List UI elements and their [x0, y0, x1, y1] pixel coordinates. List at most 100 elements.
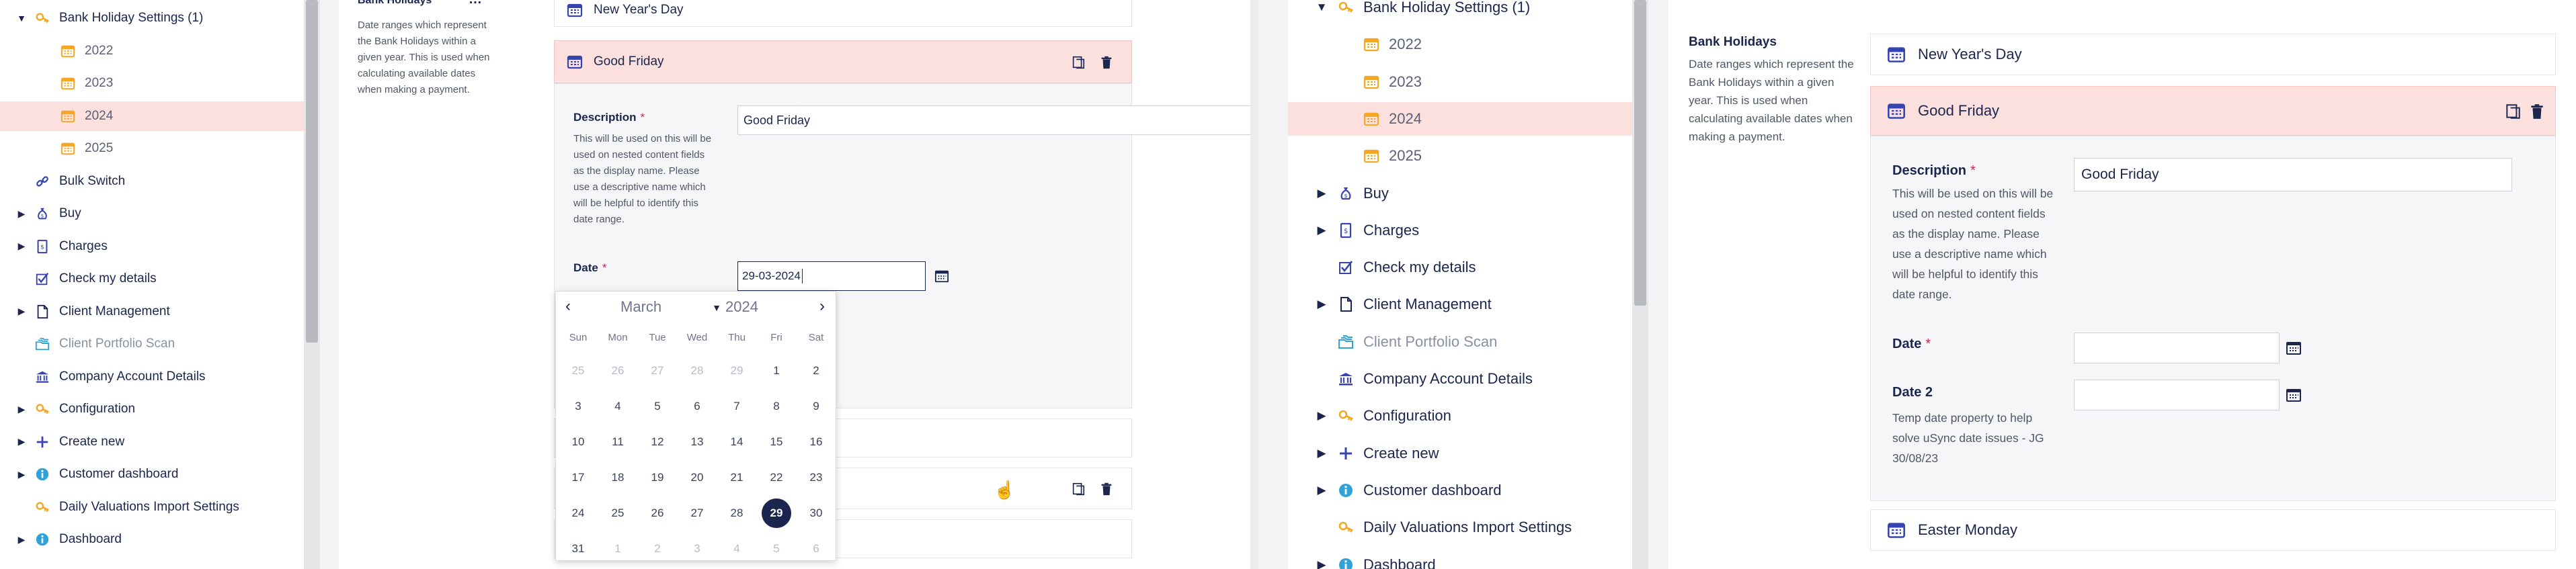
- caret-right-icon[interactable]: ▶: [1315, 409, 1328, 423]
- left-tree-scrollbar-thumb[interactable]: [306, 0, 318, 343]
- caret-right-icon[interactable]: ▶: [15, 240, 28, 252]
- calendar-day[interactable]: 11: [601, 427, 635, 457]
- calendar-day[interactable]: 24: [561, 498, 595, 528]
- caret-right-icon[interactable]: ▶: [1315, 187, 1328, 200]
- tree-item-daily-valuations-import-settings[interactable]: Daily Valuations Import Settings: [0, 492, 304, 522]
- tree-item-dashboard[interactable]: ▶ Dashboard: [1288, 548, 1632, 569]
- tree-item-check-my-details[interactable]: Check my details: [0, 264, 304, 294]
- tree-item-create-new[interactable]: ▶ Create new: [1288, 437, 1632, 470]
- tree-item-2024[interactable]: 2024: [0, 101, 304, 131]
- tree-item-bank-holiday-settings-1[interactable]: ▼ Bank Holiday Settings (1): [0, 3, 304, 33]
- calendar-day[interactable]: 31: [561, 534, 595, 564]
- tree-item-client-management[interactable]: ▶ Client Management: [1288, 288, 1632, 321]
- calendar-day[interactable]: 13: [680, 427, 714, 457]
- calendar-day[interactable]: 19: [641, 463, 674, 492]
- tree-item-create-new[interactable]: ▶ Create new: [0, 427, 304, 457]
- tree-item-check-my-details[interactable]: Check my details: [1288, 251, 1632, 284]
- caret-right-icon[interactable]: ▶: [15, 404, 28, 415]
- tree-item-2022[interactable]: 2022: [1288, 28, 1632, 61]
- calendar-day[interactable]: 23: [799, 463, 833, 492]
- calendar-day[interactable]: 1: [760, 356, 793, 386]
- tree-item-2023[interactable]: 2023: [1288, 65, 1632, 99]
- caret-right-icon[interactable]: ▶: [1315, 298, 1328, 311]
- trash-icon[interactable]: [1099, 482, 1114, 496]
- calendar-day[interactable]: 10: [561, 427, 595, 457]
- tree-item-2023[interactable]: 2023: [0, 69, 304, 98]
- tree-item-buy[interactable]: ▶ $ Buy: [0, 199, 304, 228]
- date-input[interactable]: 29-03-2024: [737, 261, 926, 291]
- prev-month-icon[interactable]: ‹: [565, 297, 571, 316]
- tree-item-2024[interactable]: 2024: [1288, 101, 1632, 136]
- calendar-day[interactable]: 8: [760, 392, 793, 421]
- calendar-day[interactable]: 25: [561, 356, 595, 386]
- nested-item-good-friday[interactable]: Good Friday: [1870, 86, 2556, 136]
- nested-item-easter-monday[interactable]: Easter Monday: [1870, 509, 2556, 551]
- calendar-day[interactable]: 2: [641, 534, 674, 564]
- calendar-day[interactable]: 9: [799, 392, 833, 421]
- tree-item-2025[interactable]: 2025: [1288, 139, 1632, 173]
- selected-day[interactable]: 29: [762, 498, 791, 528]
- calendar-day[interactable]: 28: [680, 356, 714, 386]
- date-picker-button[interactable]: [930, 264, 954, 288]
- tree-item-charges[interactable]: ▶ $ Charges: [1288, 214, 1632, 247]
- nested-item-good-friday[interactable]: Good Friday: [554, 40, 1132, 83]
- caret-right-icon[interactable]: ▶: [15, 469, 28, 480]
- tree-item-customer-dashboard[interactable]: ▶ Customer dashboard: [0, 459, 304, 489]
- caret-right-icon[interactable]: ▶: [1315, 447, 1328, 460]
- next-month-icon[interactable]: ›: [819, 297, 825, 316]
- date2-picker-button[interactable]: [2281, 382, 2306, 408]
- description-input[interactable]: Good Friday: [737, 105, 1262, 135]
- calendar-day[interactable]: 17: [561, 463, 595, 492]
- date-input[interactable]: [2074, 333, 2280, 363]
- caret-right-icon[interactable]: ▶: [15, 306, 28, 317]
- tree-item-bank-holiday-settings-1[interactable]: ▼ Bank Holiday Settings (1): [1288, 0, 1632, 24]
- calendar-day[interactable]: 3: [680, 534, 714, 564]
- calendar-day[interactable]: 7: [720, 392, 754, 421]
- calendar-day[interactable]: 22: [760, 463, 793, 492]
- tree-item-customer-dashboard[interactable]: ▶ Customer dashboard: [1288, 474, 1632, 507]
- calendar-day[interactable]: 18: [601, 463, 635, 492]
- calendar-day[interactable]: 26: [601, 356, 635, 386]
- caret-right-icon[interactable]: ▶: [15, 436, 28, 447]
- tree-item-configuration[interactable]: ▶ Configuration: [1288, 399, 1632, 433]
- tree-item-company-account-details[interactable]: Company Account Details: [0, 362, 304, 392]
- caret-right-icon[interactable]: ▶: [15, 208, 28, 220]
- calendar-day[interactable]: 14: [720, 427, 754, 457]
- caret-right-icon[interactable]: ▶: [15, 534, 28, 545]
- caret-right-icon[interactable]: ▶: [1315, 484, 1328, 497]
- nested-item-new-year-s-day[interactable]: New Year's Day: [554, 0, 1132, 27]
- calendar-day[interactable]: 20: [680, 463, 714, 492]
- calendar-day[interactable]: 3: [561, 392, 595, 421]
- copy-icon[interactable]: [1071, 55, 1086, 70]
- calendar-day[interactable]: 28: [720, 498, 754, 528]
- year-input[interactable]: 2024: [725, 298, 758, 316]
- calendar-day[interactable]: 16: [799, 427, 833, 457]
- tree-item-daily-valuations-import-settings[interactable]: Daily Valuations Import Settings: [1288, 511, 1632, 544]
- tree-item-buy[interactable]: ▶ $ Buy: [1288, 177, 1632, 210]
- tree-item-configuration[interactable]: ▶ Configuration: [0, 394, 304, 424]
- trash-icon[interactable]: [2528, 103, 2546, 120]
- tree-item-2025[interactable]: 2025: [0, 134, 304, 163]
- calendar-day[interactable]: 1: [601, 534, 635, 564]
- right-tree-scrollbar[interactable]: [1632, 0, 1648, 569]
- left-tree-scrollbar[interactable]: [304, 0, 320, 569]
- tree-item-dashboard[interactable]: ▶ Dashboard: [0, 525, 304, 554]
- trash-icon[interactable]: [1099, 55, 1114, 70]
- tree-item-company-account-details[interactable]: Company Account Details: [1288, 362, 1632, 396]
- date-picker-button[interactable]: [2281, 335, 2306, 361]
- caret-right-icon[interactable]: ▶: [1315, 558, 1328, 569]
- caret-right-icon[interactable]: ▶: [1315, 224, 1328, 237]
- calendar-day[interactable]: 6: [799, 534, 833, 564]
- tree-item-charges[interactable]: ▶ $ Charges: [0, 232, 304, 261]
- tree-item-client-portfolio-scan[interactable]: Client Portfolio Scan: [1288, 325, 1632, 359]
- left-editor-scrollbar[interactable]: [1250, 0, 1258, 569]
- calendar-day[interactable]: 2: [799, 356, 833, 386]
- calendar-day[interactable]: 4: [720, 534, 754, 564]
- calendar-day[interactable]: 27: [641, 356, 674, 386]
- calendar-day[interactable]: 25: [601, 498, 635, 528]
- caret-down-icon[interactable]: ▼: [1315, 1, 1328, 14]
- nested-item-new-year-s-day[interactable]: New Year's Day: [1870, 34, 2556, 75]
- copy-icon[interactable]: [2504, 103, 2522, 120]
- tree-item-bulk-switch[interactable]: Bulk Switch: [0, 167, 304, 196]
- calendar-day[interactable]: 6: [680, 392, 714, 421]
